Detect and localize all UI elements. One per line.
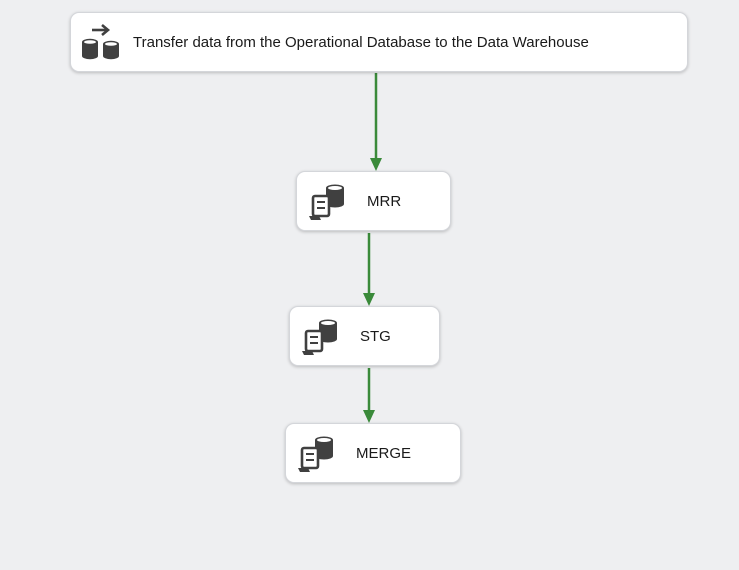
task-label: MERGE: [356, 444, 412, 462]
control-flow-canvas[interactable]: Transfer data from the Operational Datab…: [0, 0, 739, 570]
task-stg[interactable]: STG: [289, 306, 440, 366]
task-label: MRR: [367, 192, 402, 210]
precedence-constraints: [363, 73, 382, 423]
constraint-mrr-to-stg[interactable]: [363, 233, 375, 306]
execute-sql-icon: [294, 430, 340, 476]
constraint-stg-to-merge[interactable]: [363, 368, 375, 423]
task-mrr[interactable]: MRR: [296, 171, 451, 231]
task-label: STG: [360, 327, 391, 345]
task-merge[interactable]: MERGE: [285, 423, 461, 483]
constraint-main-to-mrr[interactable]: [370, 73, 382, 171]
execute-sql-icon: [298, 313, 344, 359]
task-transfer-data[interactable]: Transfer data from the Operational Datab…: [70, 12, 688, 72]
database-transfer-icon: [79, 20, 123, 64]
task-label: Transfer data from the Operational Datab…: [133, 33, 589, 51]
execute-sql-icon: [305, 178, 351, 224]
